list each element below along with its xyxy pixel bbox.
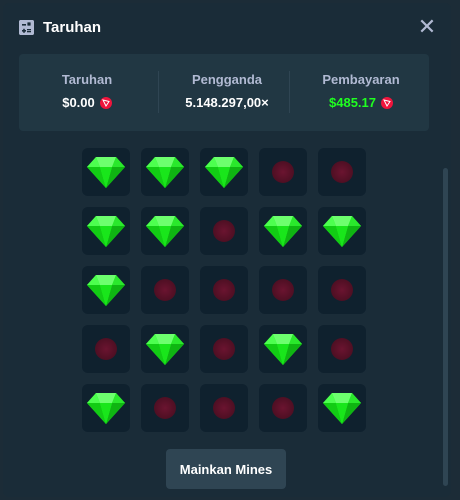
mine-icon (213, 220, 235, 242)
mine-tile (200, 266, 248, 314)
mine-icon (154, 279, 176, 301)
stat-payout-value-row: $485.17 (293, 95, 429, 110)
mine-icon (272, 397, 294, 419)
mine-icon (272, 161, 294, 183)
tron-coin-icon (99, 96, 112, 109)
gem-icon (86, 155, 126, 189)
mine-tile (318, 148, 366, 196)
gem-icon (145, 155, 185, 189)
bet-stats-panel: Taruhan $0.00 Pengganda 5.148.297,00× Pe… (19, 54, 429, 131)
mine-tile (318, 266, 366, 314)
stat-payout-value: $485.17 (329, 95, 376, 110)
mine-icon (95, 338, 117, 360)
mine-icon (213, 397, 235, 419)
gem-tile (259, 325, 307, 373)
stat-multiplier: Pengganda 5.148.297,00× (159, 54, 295, 131)
gem-tile (82, 148, 130, 196)
mines-grid (82, 148, 372, 438)
gem-tile (318, 384, 366, 432)
gem-icon (86, 391, 126, 425)
mine-tile (200, 207, 248, 255)
bet-detail-modal: Taruhan ✕ Taruhan $0.00 Pengganda 5.148.… (3, 3, 451, 497)
mine-tile (200, 384, 248, 432)
mine-tile (259, 384, 307, 432)
gem-tile (141, 148, 189, 196)
stat-multiplier-value: 5.148.297,00× (185, 95, 269, 110)
gem-tile (141, 325, 189, 373)
mine-tile (259, 148, 307, 196)
mine-tile (141, 266, 189, 314)
stat-bet: Taruhan $0.00 (19, 54, 155, 131)
mine-icon (331, 161, 353, 183)
gem-icon (322, 214, 362, 248)
scrollbar[interactable] (443, 168, 448, 486)
gem-icon (322, 391, 362, 425)
stat-bet-value: $0.00 (62, 95, 95, 110)
bet-slip-icon (19, 20, 34, 35)
mine-icon (213, 338, 235, 360)
gem-tile (318, 207, 366, 255)
mine-icon (331, 279, 353, 301)
gem-tile (82, 266, 130, 314)
mine-tile (200, 325, 248, 373)
mine-tile (82, 325, 130, 373)
gem-icon (204, 155, 244, 189)
mine-tile (318, 325, 366, 373)
mine-tile (141, 384, 189, 432)
modal-title: Taruhan (43, 19, 102, 36)
mine-icon (272, 279, 294, 301)
gem-tile (259, 207, 307, 255)
gem-icon (145, 214, 185, 248)
gem-icon (86, 273, 126, 307)
tron-coin-icon (381, 96, 393, 109)
gem-tile (82, 207, 130, 255)
stat-payout: Pembayaran $485.17 (293, 54, 429, 131)
gem-tile (82, 384, 130, 432)
gem-icon (263, 332, 303, 366)
mine-tile (259, 266, 307, 314)
gem-icon (86, 214, 126, 248)
stat-multiplier-value-row: 5.148.297,00× (159, 95, 295, 110)
gem-icon (263, 214, 303, 248)
stat-divider (289, 71, 290, 113)
mine-icon (154, 397, 176, 419)
stat-bet-value-row: $0.00 (19, 95, 155, 110)
mine-icon (331, 338, 353, 360)
gem-icon (145, 332, 185, 366)
close-icon[interactable]: ✕ (417, 16, 437, 38)
gem-tile (141, 207, 189, 255)
stat-bet-label: Taruhan (61, 72, 113, 87)
play-mines-button[interactable]: Mainkan Mines (166, 449, 286, 489)
gem-tile (200, 148, 248, 196)
modal-header: Taruhan ✕ (3, 3, 451, 53)
stat-multiplier-label: Pengganda (191, 72, 263, 87)
mine-icon (213, 279, 235, 301)
stat-payout-label: Pembayaran (322, 72, 400, 87)
